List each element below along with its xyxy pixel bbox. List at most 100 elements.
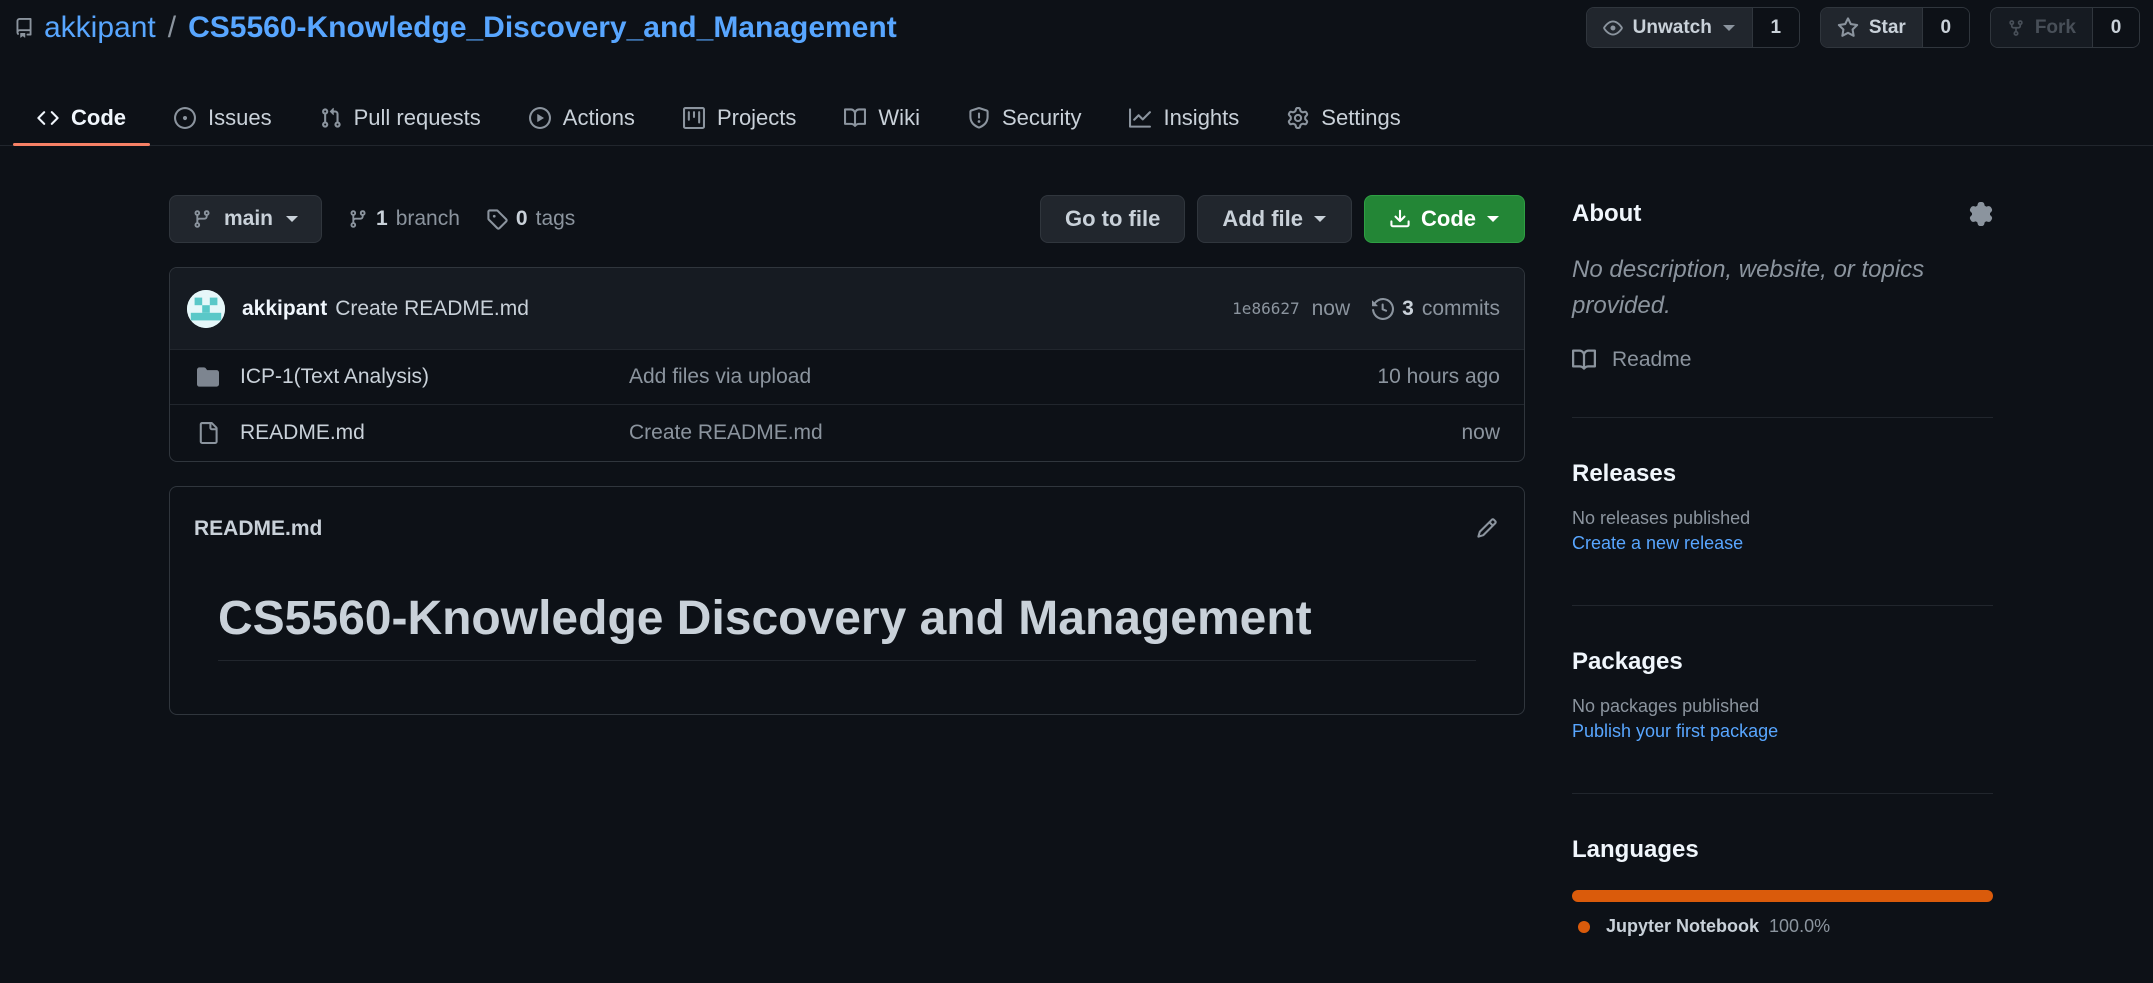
commit-author[interactable]: akkipant (242, 297, 327, 321)
table-row: README.md Create README.md now (170, 405, 1524, 460)
commit-label: commits (1421, 296, 1500, 320)
tab-projects[interactable]: Projects (659, 90, 820, 146)
chevron-down-icon (1313, 214, 1327, 224)
project-icon (682, 107, 705, 129)
tab-code[interactable]: Code (13, 90, 150, 146)
play-icon (528, 107, 551, 129)
tab-label: Wiki (878, 105, 920, 130)
commit-count: 3 (1402, 296, 1414, 320)
tab-insights[interactable]: Insights (1105, 90, 1263, 146)
table-row: ICP-1(Text Analysis) Add files via uploa… (170, 350, 1524, 405)
file-commit-message[interactable]: Create README.md (629, 421, 823, 445)
watch-button-group: Unwatch 1 (1585, 7, 1800, 48)
language-item[interactable]: Jupyter Notebook 100.0% (1578, 916, 1993, 937)
tab-settings[interactable]: Settings (1263, 90, 1425, 146)
tab-label: Issues (208, 105, 272, 130)
star-button[interactable]: Star (1820, 8, 1923, 47)
repo-header: akkipant / CS5560-Knowledge_Discovery_an… (0, 0, 2153, 146)
star-count[interactable]: 0 (1922, 8, 1969, 47)
file-name[interactable]: README.md (240, 421, 629, 445)
tab-label: Settings (1321, 105, 1401, 130)
shield-icon (968, 107, 990, 129)
add-file-button[interactable]: Add file (1197, 195, 1352, 243)
go-to-file-button[interactable]: Go to file (1040, 195, 1186, 243)
language-color-dot (1578, 920, 1590, 933)
releases-title[interactable]: Releases (1572, 460, 1993, 488)
languages-title: Languages (1572, 836, 1699, 863)
file-age: 10 hours ago (1377, 365, 1500, 388)
create-release-link[interactable]: Create a new release (1572, 533, 1993, 554)
latest-commit-bar: akkipant Create README.md 1e86627 now 3 … (170, 268, 1524, 350)
chevron-down-icon (1486, 214, 1500, 224)
branch-name: main (224, 207, 274, 230)
book-icon (1572, 348, 1596, 372)
gear-icon[interactable] (1969, 202, 1993, 226)
code-button-label: Code (1421, 206, 1476, 231)
avatar[interactable] (187, 289, 225, 328)
chevron-down-icon (1722, 23, 1736, 33)
tab-pull-requests[interactable]: Pull requests (296, 90, 505, 146)
tab-issues[interactable]: Issues (150, 90, 296, 146)
releases-empty-text: No releases published (1572, 508, 1751, 528)
about-title: About (1572, 200, 1642, 227)
branch-icon (348, 208, 368, 230)
tab-label: Insights (1163, 105, 1240, 130)
language-name: Jupyter Notebook (1606, 916, 1760, 936)
code-icon (37, 107, 59, 129)
tab-label: Security (1001, 105, 1082, 130)
star-button-group: Star 0 (1819, 7, 1970, 48)
file-name[interactable]: ICP-1(Text Analysis) (240, 365, 629, 389)
watch-button[interactable]: Unwatch (1586, 8, 1753, 47)
about-section: About No description, website, or topics… (1572, 196, 1993, 418)
readme-link[interactable]: Readme (1572, 344, 1993, 376)
code-button[interactable]: Code (1364, 195, 1525, 243)
issue-icon (174, 107, 196, 129)
chevron-down-icon (285, 214, 299, 224)
file-icon (196, 421, 220, 444)
fork-button-group: Fork 0 (1989, 7, 2140, 48)
releases-section: Releases No releases published Create a … (1572, 418, 1993, 606)
readme-filename: README.md (194, 517, 323, 540)
tags-link[interactable]: 0 tags (486, 207, 575, 231)
tab-actions[interactable]: Actions (505, 90, 659, 146)
commits-link[interactable]: 3 commits (1372, 297, 1500, 321)
commit-sha[interactable]: 1e86627 (1232, 299, 1299, 318)
book-icon (844, 107, 867, 129)
go-to-file-label: Go to file (1065, 206, 1161, 231)
branch-label: branch (395, 207, 460, 230)
pencil-icon[interactable] (1476, 517, 1498, 539)
packages-title[interactable]: Packages (1572, 648, 1993, 676)
repo-name-link[interactable]: CS5560-Knowledge_Discovery_and_Managemen… (188, 11, 897, 45)
fork-count[interactable]: 0 (2093, 8, 2139, 47)
publish-package-link[interactable]: Publish your first package (1572, 721, 1993, 742)
tab-label: Projects (716, 105, 797, 130)
tag-label: tags (535, 207, 576, 230)
fork-label: Fork (2034, 16, 2076, 38)
languages-section: Languages Jupyter Notebook 100.0% (1572, 794, 1993, 937)
add-file-label: Add file (1222, 206, 1303, 231)
commit-message[interactable]: Create README.md (335, 297, 529, 321)
branches-link[interactable]: 1 branch (348, 207, 460, 231)
repo-owner-link[interactable]: akkipant (44, 11, 156, 45)
tag-count: 0 (515, 207, 528, 230)
toolbar-actions: Go to file Add file Code (1040, 195, 1525, 243)
packages-section: Packages No packages published Publish y… (1572, 606, 1993, 794)
repo-actions: Unwatch 1 Star 0 Fork 0 (1585, 7, 2140, 48)
branch-count: 1 (376, 207, 388, 230)
file-commit-message[interactable]: Add files via upload (629, 365, 811, 389)
tab-label: Pull requests (353, 105, 481, 130)
repo-icon (14, 16, 34, 40)
tab-wiki[interactable]: Wiki (820, 90, 944, 146)
branch-selector[interactable]: main (169, 195, 323, 243)
fork-button[interactable]: Fork (1990, 8, 2093, 47)
watch-count[interactable]: 1 (1752, 8, 1799, 47)
watch-label: Unwatch (1632, 16, 1712, 38)
tab-label: Actions (562, 105, 635, 130)
tab-security[interactable]: Security (944, 90, 1105, 146)
tab-label: Code (71, 105, 126, 130)
packages-empty-text: No packages published (1572, 696, 1760, 716)
graph-icon (1129, 107, 1152, 129)
repo-separator: / (167, 11, 177, 44)
about-description: No description, website, or topics provi… (1572, 256, 1925, 319)
fork-icon (2007, 18, 2025, 38)
